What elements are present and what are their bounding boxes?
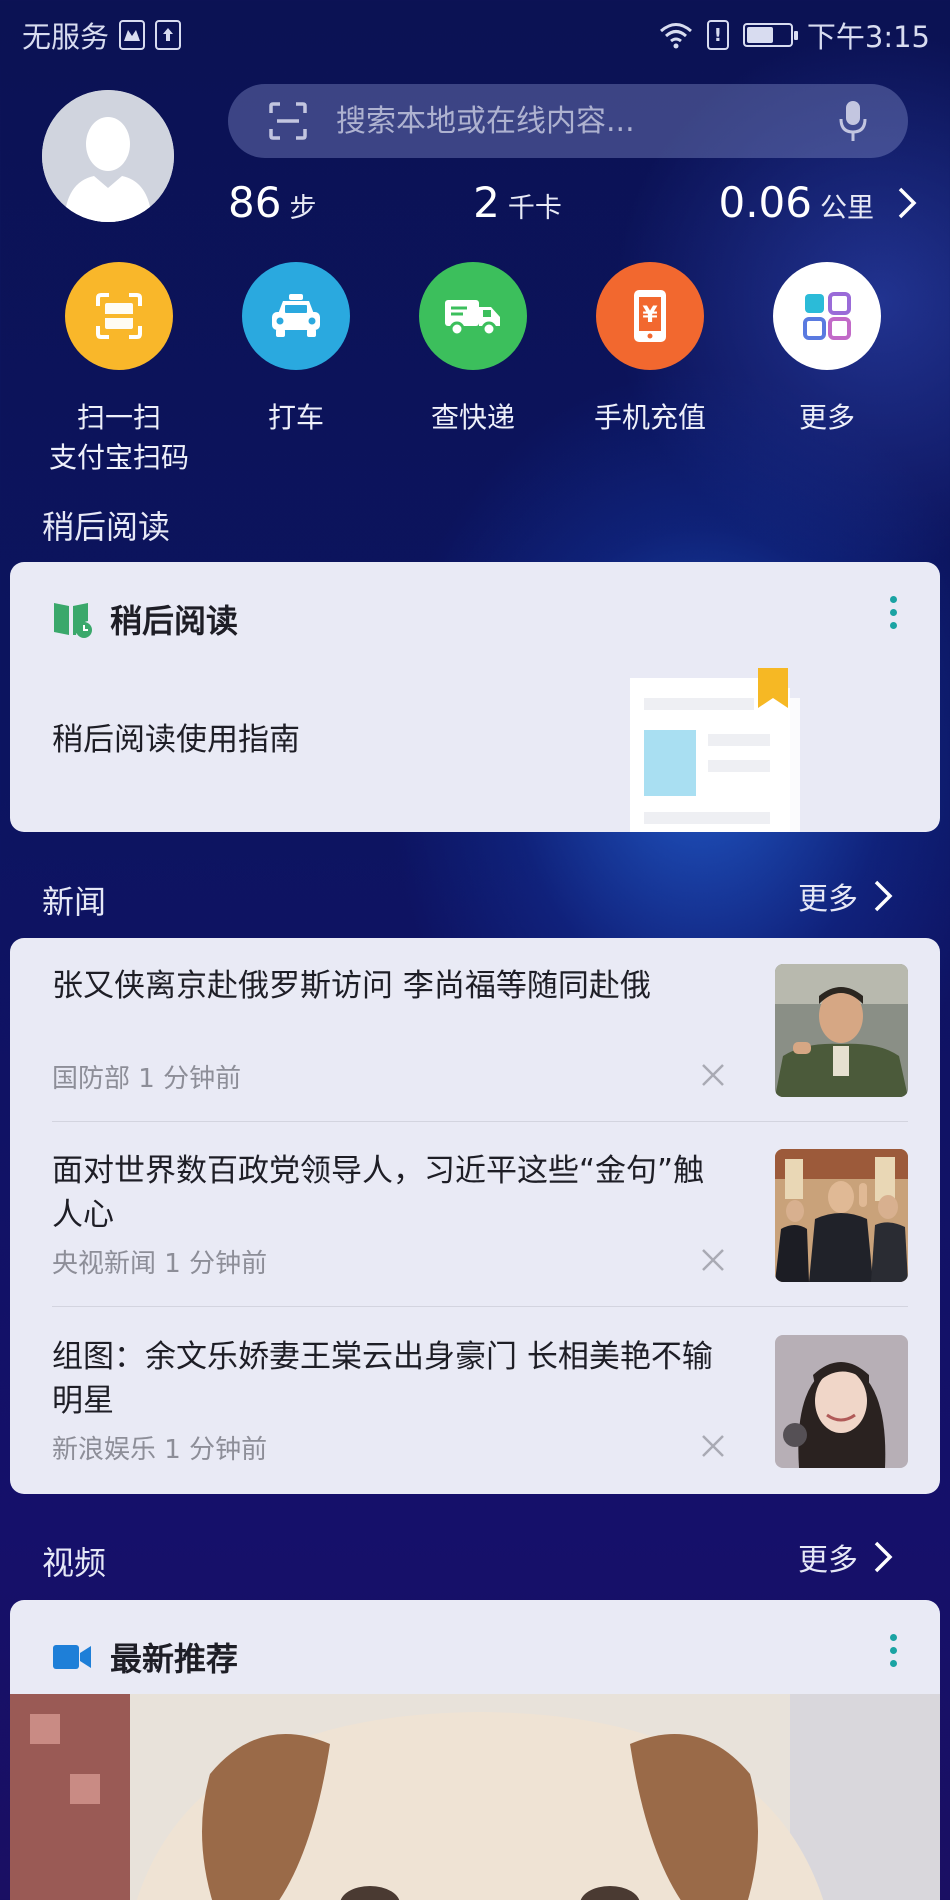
quick-action-taxi[interactable]: 打车 bbox=[231, 262, 361, 438]
video-card-header: 最新推荐 bbox=[52, 1634, 238, 1680]
svg-text:¥: ¥ bbox=[642, 303, 658, 328]
news-thumbnail[interactable] bbox=[775, 1335, 908, 1468]
quick-action-scan-line1: 扫一扫 bbox=[77, 401, 162, 434]
search-input[interactable] bbox=[336, 103, 838, 139]
read-later-card-header: 稍后阅读 bbox=[52, 596, 238, 642]
article-illustration-icon bbox=[630, 668, 800, 832]
calories-stat: 2 千卡 bbox=[473, 178, 562, 227]
chevron-right-icon bbox=[874, 880, 893, 912]
news-section-title: 新闻 bbox=[42, 883, 107, 921]
quick-action-more[interactable]: 更多 bbox=[762, 262, 892, 438]
news-divider bbox=[52, 1306, 908, 1307]
news-meta: 央视新闻 1 分钟前 bbox=[52, 1249, 268, 1279]
quick-action-delivery-label: 查快递 bbox=[430, 401, 515, 434]
scan-icon bbox=[65, 262, 173, 370]
video-card-title: 最新推荐 bbox=[110, 1640, 239, 1678]
default-user-icon bbox=[42, 90, 174, 222]
distance-value: 0.06 bbox=[718, 178, 812, 227]
video-card: 最新推荐 bbox=[10, 1600, 940, 1900]
steps-unit: 步 bbox=[289, 193, 317, 224]
health-stats[interactable]: 86 步 2 千卡 0.06 公里 bbox=[228, 178, 918, 238]
quick-action-delivery[interactable]: 查快递 bbox=[408, 262, 538, 438]
video-camera-icon bbox=[53, 1645, 91, 1669]
battery-level-fill bbox=[746, 27, 773, 43]
video-more-label: 更多 bbox=[798, 1543, 858, 1578]
news-more-link[interactable]: 更多 bbox=[798, 874, 894, 918]
news-divider bbox=[52, 1121, 908, 1122]
battery-icon bbox=[742, 23, 798, 47]
book-clock-icon bbox=[54, 603, 92, 638]
apps-grid-icon bbox=[773, 262, 881, 370]
chevron-right-icon[interactable] bbox=[896, 185, 918, 221]
chevron-right-icon bbox=[874, 1541, 893, 1573]
quick-action-label: 扫一扫 支付宝扫码 bbox=[49, 398, 189, 478]
carrier-text: 无服务 bbox=[22, 20, 110, 54]
distance-stat: 0.06 公里 bbox=[718, 178, 918, 227]
distance-unit: 公里 bbox=[819, 193, 874, 224]
status-left: 无服务 bbox=[22, 14, 182, 56]
news-more-label: 更多 bbox=[798, 882, 858, 917]
quick-action-recharge-label: 手机充值 bbox=[593, 401, 706, 434]
microphone-icon[interactable] bbox=[838, 99, 868, 143]
close-icon[interactable] bbox=[700, 1062, 726, 1088]
search-bar[interactable] bbox=[228, 84, 908, 158]
taxi-icon bbox=[242, 262, 350, 370]
close-icon[interactable] bbox=[700, 1433, 726, 1459]
steps-stat: 86 步 bbox=[228, 178, 316, 227]
sim-alert-icon: ! bbox=[706, 20, 729, 50]
status-time: 下午3:15 bbox=[806, 20, 930, 54]
quick-action-taxi-label: 打车 bbox=[267, 401, 324, 434]
calories-unit: 千卡 bbox=[507, 193, 562, 224]
news-title[interactable]: 组图：余文乐娇妻王棠云出身豪门 长相美艳不输明星 bbox=[52, 1335, 732, 1423]
read-later-section-title: 稍后阅读 bbox=[42, 508, 171, 546]
quick-action-scan[interactable]: 扫一扫 支付宝扫码 bbox=[49, 262, 189, 478]
video-thumbnail[interactable] bbox=[10, 1694, 940, 1900]
news-thumbnail[interactable] bbox=[775, 1149, 908, 1282]
upload-icon bbox=[155, 20, 182, 50]
video-section-title: 视频 bbox=[42, 1544, 107, 1582]
video-more-link[interactable]: 更多 bbox=[798, 1535, 894, 1579]
wifi-icon bbox=[659, 23, 692, 49]
delivery-truck-icon bbox=[419, 262, 527, 370]
news-meta: 新浪娱乐 1 分钟前 bbox=[52, 1435, 268, 1465]
notification-icon bbox=[119, 20, 146, 50]
phone-recharge-icon: ¥ bbox=[596, 262, 704, 370]
avatar[interactable] bbox=[42, 90, 174, 222]
status-bar: 无服务 ! 下午3:15 bbox=[0, 0, 950, 64]
news-item[interactable]: 张又侠离京赴俄罗斯访问 李尚福等随同赴俄 国防部 1 分钟前 bbox=[52, 964, 908, 1098]
close-icon[interactable] bbox=[700, 1247, 726, 1273]
news-thumbnail[interactable] bbox=[775, 964, 908, 1097]
quick-action-recharge[interactable]: ¥ 手机充值 bbox=[585, 262, 715, 438]
quick-action-scan-line2: 支付宝扫码 bbox=[49, 441, 190, 474]
status-right: ! 下午3:15 bbox=[659, 14, 930, 56]
read-later-card-title: 稍后阅读 bbox=[110, 602, 239, 640]
news-meta: 国防部 1 分钟前 bbox=[52, 1064, 242, 1094]
more-options-icon[interactable] bbox=[890, 596, 898, 629]
steps-value: 86 bbox=[228, 178, 282, 227]
news-item[interactable]: 组图：余文乐娇妻王棠云出身豪门 长相美艳不输明星 新浪娱乐 1 分钟前 bbox=[52, 1335, 908, 1469]
read-later-card[interactable]: 稍后阅读 稍后阅读使用指南 bbox=[10, 562, 940, 832]
news-title[interactable]: 张又侠离京赴俄罗斯访问 李尚福等随同赴俄 bbox=[52, 964, 732, 1008]
news-title[interactable]: 面对世界数百政党领导人，习近平这些“金句”触人心 bbox=[52, 1149, 732, 1237]
quick-action-more-label: 更多 bbox=[798, 401, 855, 434]
read-later-guide-link[interactable]: 稍后阅读使用指南 bbox=[52, 714, 300, 759]
scan-icon[interactable] bbox=[268, 101, 308, 141]
news-item[interactable]: 面对世界数百政党领导人，习近平这些“金句”触人心 央视新闻 1 分钟前 bbox=[52, 1149, 908, 1283]
news-card: 张又侠离京赴俄罗斯访问 李尚福等随同赴俄 国防部 1 分钟前 面对世界数百政党领… bbox=[10, 938, 940, 1494]
calories-value: 2 bbox=[473, 178, 500, 227]
more-options-icon[interactable] bbox=[890, 1634, 898, 1667]
